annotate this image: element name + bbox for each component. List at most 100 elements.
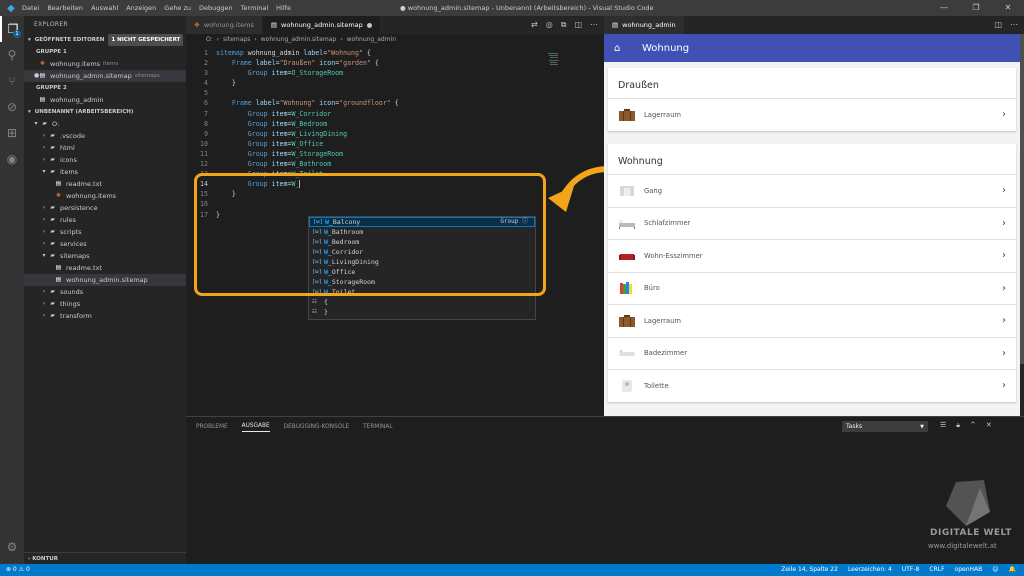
line-number: 4 (204, 79, 208, 88)
outline-section-header[interactable]: › KONTUR (24, 552, 186, 564)
home-icon[interactable]: ⌂ (614, 43, 628, 54)
settings-activity[interactable]: ⚙ (0, 534, 24, 560)
chevron-right-icon: › (42, 132, 46, 139)
preview-scrollbar[interactable] (1020, 34, 1024, 364)
open-editor-wohnung-admin-sitemap[interactable]: ● ▤ wohnung_admin.sitemap sitemaps (24, 70, 186, 82)
notification-bell-icon[interactable]: 🔔 (1009, 564, 1016, 576)
attribute: item (271, 109, 288, 118)
feedback-icon[interactable]: ☺ (992, 564, 998, 576)
tab-problems[interactable]: PROBLEME (196, 424, 228, 430)
breadcrumb-item[interactable]: O: (206, 34, 213, 46)
app-bar: ⌂ Wohnung (604, 34, 1020, 62)
suggestion-item[interactable]: ☷{ (309, 297, 535, 307)
tree-item[interactable]: › ▰ things (24, 298, 186, 310)
bed-icon (619, 220, 635, 230)
more-actions-icon[interactable]: ⋯ (590, 20, 598, 30)
openhab-activity[interactable]: ◉ (0, 146, 24, 172)
cursor-position-status[interactable]: Zeile 14, Spalte 22 (781, 564, 838, 576)
sitemap-item[interactable]: Lagerraum › (608, 304, 1016, 337)
problems-status[interactable]: ⊗ 0 ⚠ 0 (6, 564, 30, 576)
suggestion-item[interactable]: ☷} (309, 307, 535, 317)
sitemap-item[interactable]: Lagerraum › (608, 98, 1016, 131)
tree-item[interactable]: › ▰ rules (24, 214, 186, 226)
tree-item[interactable]: ▾ ▰ items (24, 166, 186, 178)
restore-icon[interactable]: ❐ (960, 0, 992, 16)
tab-wohnung-items[interactable]: ❖ wohnung.items (186, 16, 263, 34)
menu-gehe-zu[interactable]: Gehe zu (164, 4, 191, 12)
tab-preview-wohnung-admin[interactable]: ▤ wohnung_admin (604, 16, 685, 34)
line-ending-status[interactable]: CRLF (929, 564, 944, 576)
file-icon: ▤ (39, 72, 46, 79)
split-editor-icon[interactable]: ◫ (994, 20, 1002, 29)
scm-activity[interactable]: ⑂ (0, 68, 24, 94)
minimize-icon[interactable]: — (928, 0, 960, 16)
tree-item[interactable]: › ▰ services (24, 238, 186, 250)
tab-debug-console[interactable]: DEBUGGING-KONSOLE (284, 424, 349, 430)
tab-output[interactable]: AUSGABE (241, 423, 270, 432)
tree-item[interactable]: › ▰ html (24, 142, 186, 154)
maximize-panel-icon[interactable]: ^ (970, 421, 976, 430)
compare-icon[interactable]: ⇄ (531, 20, 538, 30)
tree-item-active[interactable]: ▤ wohnung_admin.sitemap (24, 274, 186, 286)
menu-anzeigen[interactable]: Anzeigen (126, 4, 156, 12)
tree-item[interactable]: › ▰ icons (24, 154, 186, 166)
tree-item[interactable]: ▤ readme.txt (24, 262, 186, 274)
line-text: Group item=O_StorageRoom (216, 68, 343, 78)
language-mode-status[interactable]: openHAB (955, 564, 983, 576)
tree-root[interactable]: ▾ ▰ O: (24, 118, 186, 130)
sitemap-item[interactable]: Büro › (608, 271, 1016, 305)
tree-item[interactable]: › ▰ sounds (24, 286, 186, 298)
tree-item[interactable]: › ▰ .vscode (24, 130, 186, 142)
tree-item[interactable]: › ▰ scripts (24, 226, 186, 238)
search-activity[interactable]: ⚲ (0, 42, 24, 68)
tab-terminal[interactable]: TERMINAL (363, 424, 392, 430)
close-window-icon[interactable]: ✕ (992, 0, 1024, 16)
more-actions-icon[interactable]: ⋯ (1010, 20, 1018, 29)
explorer-activity[interactable]: ❐ 1 (0, 16, 24, 42)
breadcrumb-item[interactable]: wohnung_admin.sitemap (261, 34, 336, 46)
encoding-status[interactable]: UTF-8 (902, 564, 920, 576)
menu-bearbeiten[interactable]: Bearbeiten (47, 4, 83, 12)
attribute: item (271, 69, 288, 78)
sitemap-item[interactable]: Gang › (608, 174, 1016, 207)
tree-item[interactable]: ❖ wohnung.items (24, 190, 186, 202)
tree-item[interactable]: › ▰ persistence (24, 202, 186, 214)
string: "garden" (339, 59, 371, 68)
tree-item-label: readme.txt (66, 180, 102, 188)
tree-item-label: wohnung.items (66, 192, 117, 200)
chevron-right-icon: › (1002, 185, 1006, 197)
debug-activity[interactable]: ⊘ (0, 94, 24, 120)
sitemap-item[interactable]: Badezimmer › (608, 336, 1016, 370)
split-editor-icon[interactable]: ◫ (574, 20, 582, 30)
menu-terminal[interactable]: Terminal (241, 4, 268, 12)
tree-item[interactable]: ▤ readme.txt (24, 178, 186, 190)
menu-datei[interactable]: Datei (22, 4, 39, 12)
breadcrumb-item[interactable]: wohnung_admin (347, 34, 396, 46)
indentation-status[interactable]: Leerzeichen: 4 (848, 564, 892, 576)
unsaved-dot-icon[interactable] (366, 22, 372, 28)
menu-debuggen[interactable]: Debuggen (199, 4, 233, 12)
tree-item[interactable]: › ▰ transform (24, 310, 186, 322)
open-editor-name: wohnung_admin.sitemap (50, 72, 132, 80)
close-panel-icon[interactable]: ✕ (986, 421, 992, 430)
output-channel-select[interactable]: Tasks ▼ (842, 421, 928, 432)
open-editor-wohnung-admin[interactable]: ▤ wohnung_admin (24, 94, 186, 106)
lock-icon[interactable]: 🔒︎ (956, 421, 960, 430)
tab-wohnung-admin-sitemap[interactable]: ▤ wohnung_admin.sitemap (262, 16, 381, 34)
menu-auswahl[interactable]: Auswahl (91, 4, 118, 12)
brace: { (370, 59, 379, 68)
preview-icon[interactable]: ◎ (546, 20, 553, 30)
menu-hilfe[interactable]: Hilfe (276, 4, 291, 12)
open-editors-header[interactable]: ▾ GEÖFFNETE EDITOREN 1 NICHT GESPEICHERT (24, 34, 186, 46)
extensions-activity[interactable]: ⊞ (0, 120, 24, 146)
sitemap-item[interactable]: Wohn-Esszimmer › (608, 239, 1016, 272)
tree-item[interactable]: ▾ ▰ sitemaps (24, 250, 186, 262)
open-editors-label: GEÖFFNETE EDITOREN (34, 37, 105, 43)
clear-output-icon[interactable]: ☰ (940, 421, 946, 430)
workspace-header[interactable]: ▾ UNBENANNT (ARBEITSBEREICH) (24, 106, 186, 118)
open-editor-wohnung-items[interactable]: ❖ wohnung.items items (24, 58, 186, 70)
open-preview-icon[interactable]: ⧉ (561, 20, 567, 30)
sitemap-item[interactable]: Schlafzimmer › (608, 206, 1016, 240)
sitemap-item[interactable]: Toilette › (608, 369, 1016, 402)
breadcrumb-item[interactable]: sitemaps (223, 34, 250, 46)
